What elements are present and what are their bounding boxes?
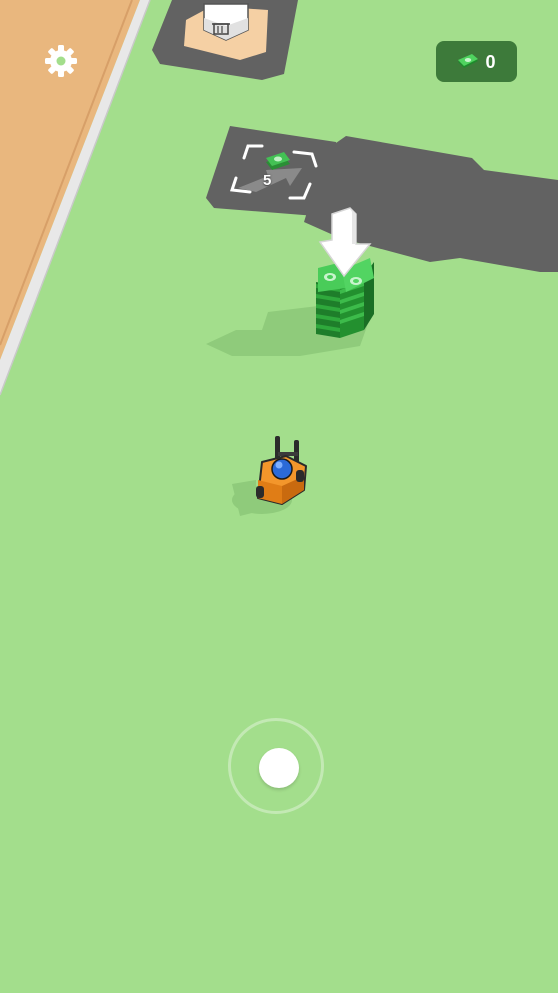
gear-icon <box>45 45 77 77</box>
game-stage[interactable]: 0 5 <box>0 0 558 993</box>
game-world <box>0 0 558 516</box>
player-forklift[interactable] <box>232 436 307 516</box>
purchase-spot-price: 5 <box>263 172 272 189</box>
trash-station[interactable] <box>152 0 298 80</box>
cash-amount: 0 <box>485 51 496 72</box>
settings-button[interactable] <box>42 42 80 80</box>
cash-bill-icon <box>458 53 479 68</box>
cash-counter: 0 <box>436 41 517 82</box>
purchase-spot-pad[interactable] <box>206 126 346 216</box>
joystick-knob[interactable] <box>259 748 299 788</box>
